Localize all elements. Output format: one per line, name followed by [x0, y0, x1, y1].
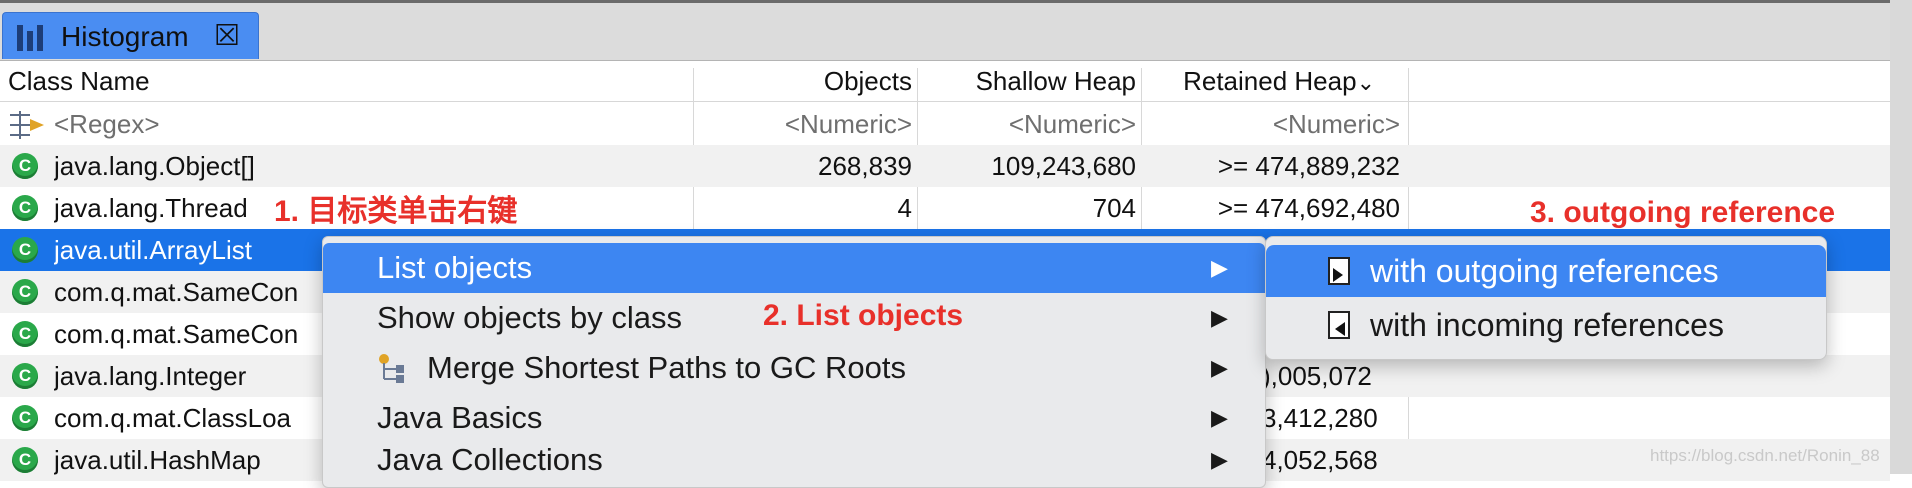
table-header: Class Name Objects Shallow Heap Retained… [0, 61, 1890, 102]
menu-item-merge-shortest-paths[interactable]: Merge Shortest Paths to GC Roots ▶ [323, 343, 1265, 393]
submenu-list-objects: with outgoing references with incoming r… [1265, 236, 1827, 360]
submenu-item-outgoing-references[interactable]: with outgoing references [1266, 245, 1826, 297]
histogram-icon [17, 25, 47, 51]
class-icon: C [12, 237, 38, 263]
retained-heap-filter-input[interactable]: <Numeric> [1150, 103, 1400, 145]
class-name-cell: com.q.mat.SameCon [54, 277, 299, 307]
vertical-scrollbar[interactable] [1890, 0, 1912, 474]
tab-label: Histogram [61, 21, 189, 52]
submenu-arrow-icon: ▶ [1211, 355, 1228, 380]
column-retained-heap-label: Retained Heap [1183, 66, 1357, 96]
filter-row[interactable]: <Regex> <Numeric> <Numeric> <Numeric> [0, 103, 1890, 145]
class-icon: C [12, 363, 38, 389]
menu-item-label: Java Collections [377, 442, 603, 477]
tab-bar: Histogram ⮽ [0, 12, 1890, 61]
class-icon: C [12, 195, 38, 221]
menu-item-java-collections[interactable]: Java Collections ▶ [323, 435, 1265, 485]
objects-cell: 268,839 [818, 151, 912, 181]
class-icon: C [12, 405, 38, 431]
top-strip [0, 0, 1912, 12]
watermark: https://blog.csdn.net/Ronin_88 [1650, 446, 1880, 465]
column-class-name[interactable]: Class Name [8, 61, 150, 101]
class-name-cell: java.lang.Integer [54, 361, 247, 391]
column-retained-heap[interactable]: Retained Heap⌄ [1150, 61, 1375, 101]
shallow-heap-cell: 704 [1092, 193, 1136, 223]
submenu-arrow-icon: ▶ [1211, 447, 1228, 472]
class-name-cell: com.q.mat.ClassLoa [54, 403, 291, 433]
menu-item-show-objects-by-class[interactable]: Show objects by class 2. List objects ▶ [323, 293, 1265, 343]
retained-heap-cell: 3,412,280 [1262, 403, 1378, 433]
shallow-heap-cell: 109,243,680 [991, 151, 1136, 181]
merge-paths-icon [379, 354, 404, 383]
retained-heap-cell: >= 474,692,480 [1217, 193, 1400, 223]
tab-histogram[interactable]: Histogram ⮽ [2, 12, 259, 59]
retained-heap-cell: >= 474,889,232 [1217, 151, 1400, 181]
sort-descending-icon: ⌄ [1356, 70, 1375, 95]
submenu-item-label: with incoming references [1370, 307, 1724, 343]
retained-heap-cell: ),005,072 [1262, 361, 1372, 391]
objects-cell: 4 [897, 193, 912, 223]
submenu-arrow-icon: ▶ [1211, 305, 1228, 330]
column-objects[interactable]: Objects [700, 61, 912, 101]
class-icon: C [12, 321, 38, 347]
context-menu: List objects ▶ Show objects by class 2. … [322, 236, 1266, 488]
class-name-cell: com.q.mat.SameCon [54, 319, 299, 349]
class-name-cell: java.lang.Thread [54, 193, 248, 223]
menu-item-label: Show objects by class [377, 300, 682, 335]
class-name-cell: java.lang.Object[] [54, 151, 255, 181]
regex-filter-icon [10, 111, 44, 139]
table-row[interactable]: C java.lang.Object[] 268,839 109,243,680… [0, 145, 1890, 187]
menu-item-list-objects[interactable]: List objects ▶ [323, 243, 1265, 293]
class-icon: C [12, 279, 38, 305]
close-icon[interactable]: ⮽ [215, 19, 239, 53]
shallow-heap-filter-input[interactable]: <Numeric> [930, 103, 1136, 145]
retained-heap-cell: 4,052,568 [1262, 445, 1378, 475]
incoming-references-icon [1328, 311, 1350, 339]
outgoing-references-icon [1328, 257, 1350, 285]
menu-item-label: Merge Shortest Paths to GC Roots [427, 350, 906, 385]
class-icon: C [12, 153, 38, 179]
annotation-step1: 1. 目标类单击右键 [274, 195, 518, 228]
annotation-step3: 3. outgoing reference [1530, 196, 1836, 229]
column-shallow-heap[interactable]: Shallow Heap [930, 61, 1136, 101]
class-name-cell: java.util.HashMap [54, 445, 261, 475]
class-icon: C [12, 447, 38, 473]
submenu-item-incoming-references[interactable]: with incoming references [1266, 299, 1826, 351]
menu-item-label: List objects [377, 250, 533, 285]
top-strip-shadow [0, 0, 1912, 3]
regex-filter-input[interactable]: <Regex> [54, 103, 694, 145]
objects-filter-input[interactable]: <Numeric> [700, 103, 912, 145]
submenu-item-label: with outgoing references [1370, 253, 1719, 289]
annotation-step2: 2. List objects [763, 299, 964, 332]
submenu-arrow-icon: ▶ [1211, 255, 1228, 280]
